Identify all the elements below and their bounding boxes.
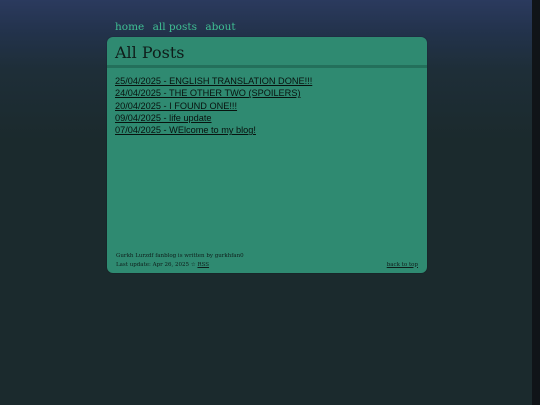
post-link[interactable]: 24/04/2025 - THE OTHER TWO (SPOILERS) (115, 88, 301, 98)
footer-credit: Gurkh Lurzdf fanblog is written by gurkh… (116, 253, 244, 259)
page-title: All Posts (115, 43, 185, 62)
top-nav: home all posts about (115, 21, 241, 33)
window-edge (532, 0, 540, 405)
last-update-text: Last update: Apr 26, 2025 ☆ (116, 261, 196, 268)
post-link[interactable]: 20/04/2025 - I FOUND ONE!!! (115, 101, 237, 111)
list-item: 25/04/2025 - ENGLISH TRANSLATION DONE!!! (115, 75, 312, 87)
rss-link[interactable]: RSS (197, 262, 209, 268)
post-list: 25/04/2025 - ENGLISH TRANSLATION DONE!!!… (115, 75, 312, 136)
list-item: 24/04/2025 - THE OTHER TWO (SPOILERS) (115, 87, 312, 99)
title-divider (107, 65, 427, 68)
list-item: 20/04/2025 - I FOUND ONE!!! (115, 100, 312, 112)
back-to-top-link[interactable]: back to top (387, 261, 418, 270)
list-item: 09/04/2025 - life update (115, 112, 312, 124)
list-item: 07/04/2025 - WElcome to my blog! (115, 124, 312, 136)
footer-update-line: Last update: Apr 26, 2025 ☆ RSS (116, 261, 418, 270)
nav-about-link[interactable]: about (205, 21, 235, 33)
nav-home-link[interactable]: home (115, 21, 144, 33)
post-link[interactable]: 07/04/2025 - WElcome to my blog! (115, 125, 256, 135)
post-link[interactable]: 25/04/2025 - ENGLISH TRANSLATION DONE!!! (115, 76, 312, 86)
post-link[interactable]: 09/04/2025 - life update (115, 113, 212, 123)
content-card: All Posts 25/04/2025 - ENGLISH TRANSLATI… (107, 37, 427, 273)
nav-all-posts-link[interactable]: all posts (153, 21, 197, 33)
footer: Gurkh Lurzdf fanblog is written by gurkh… (116, 252, 418, 269)
